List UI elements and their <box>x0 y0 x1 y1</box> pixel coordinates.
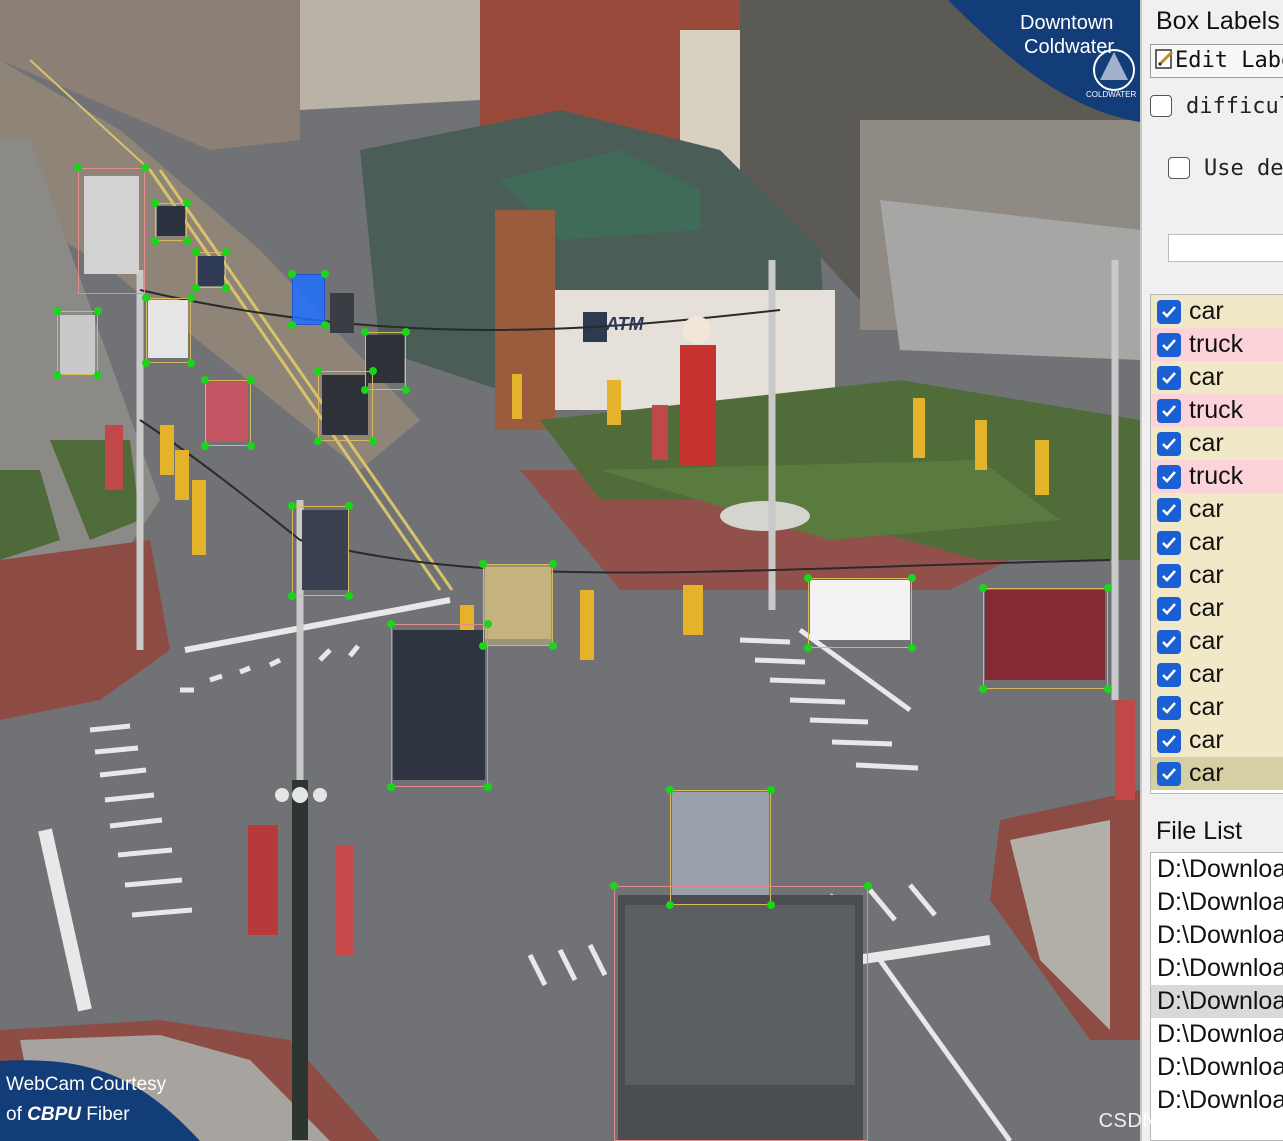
label-list-item-text: truck <box>1189 330 1244 358</box>
label-list-item[interactable]: car <box>1151 691 1283 724</box>
default-label-input[interactable] <box>1168 234 1283 262</box>
checkmark-icon[interactable] <box>1157 761 1181 786</box>
label-list-item[interactable]: car <box>1151 427 1283 460</box>
checkmark-icon[interactable] <box>1157 530 1181 555</box>
truck-bounding-box[interactable] <box>78 168 145 294</box>
edit-icon <box>1155 48 1175 70</box>
car-bounding-box[interactable] <box>292 506 349 596</box>
label-list-item[interactable]: car <box>1151 526 1283 559</box>
label-list-item-text: car <box>1189 528 1224 556</box>
label-list-item-text: car <box>1189 627 1224 655</box>
label-list-item-text: truck <box>1189 396 1244 424</box>
box-labels-title: Box Labels <box>1156 7 1280 35</box>
car-bounding-box[interactable] <box>483 564 553 646</box>
checkmark-icon[interactable] <box>1157 662 1181 687</box>
truck-bounding-box[interactable] <box>391 624 488 787</box>
csdn-watermark: CSDN @王哈哈^_^ <box>1098 1110 1277 1132</box>
car-bounding-box[interactable] <box>155 203 187 241</box>
checkmark-icon[interactable] <box>1157 728 1181 753</box>
label-list-item[interactable]: car <box>1151 295 1283 328</box>
checkmark-icon[interactable] <box>1157 332 1181 357</box>
label-list-item-text: truck <box>1189 462 1244 490</box>
label-list-item[interactable]: car <box>1151 493 1283 526</box>
car-bounding-box[interactable] <box>196 252 226 288</box>
label-list-item-text: car <box>1189 363 1224 391</box>
checkmark-icon[interactable] <box>1157 596 1181 621</box>
checkbox-icon <box>1150 95 1172 117</box>
label-list-item[interactable]: car <box>1151 658 1283 691</box>
checkmark-icon[interactable] <box>1157 398 1181 423</box>
file-list-item[interactable]: D:\Downloa <box>1151 952 1283 985</box>
use-default-label-checkbox[interactable]: Use default label <box>1168 156 1283 181</box>
label-list-item-text: car <box>1189 726 1224 754</box>
file-list-item[interactable]: D:\Downloa <box>1151 853 1283 886</box>
file-list-title: File List <box>1156 817 1243 845</box>
checkmark-icon[interactable] <box>1157 464 1181 489</box>
file-list-item[interactable]: D:\Downloa <box>1151 985 1283 1018</box>
file-list[interactable]: D:\Downloa D:\Downloa D:\Downloa D:\Downloa… <box>1150 852 1283 1141</box>
truck-bounding-box[interactable] <box>614 886 868 1141</box>
car-bounding-box[interactable] <box>146 298 191 363</box>
checkmark-icon[interactable] <box>1157 299 1181 324</box>
file-list-item[interactable]: D:\Downloa <box>1151 1051 1283 1084</box>
label-list-item-text: car <box>1189 594 1224 622</box>
box-label-list[interactable]: car truck car truck car truck car car car car car c… <box>1150 294 1283 794</box>
label-list-item[interactable]: car <box>1151 625 1283 658</box>
label-list-item-text: car <box>1189 759 1224 787</box>
street-scene <box>0 0 1140 1141</box>
checkbox-icon <box>1168 157 1190 179</box>
atm-sign: ATM <box>606 314 644 334</box>
image-canvas[interactable]: ATM Downtown Coldwater COLDWATER WebCam … <box>0 0 1140 1141</box>
file-list-item[interactable]: D:\Downloa <box>1151 919 1283 952</box>
checkmark-icon[interactable] <box>1157 365 1181 390</box>
label-list-item-text: car <box>1189 693 1224 721</box>
difficult-checkbox[interactable]: difficult <box>1150 94 1283 119</box>
checkmark-icon[interactable] <box>1157 563 1181 588</box>
webcam-courtesy-badge: WebCam Courtesy of CBPU Fiber <box>0 1056 200 1141</box>
label-list-item[interactable]: truck <box>1151 394 1283 427</box>
file-list-item[interactable]: D:\Downloa <box>1151 886 1283 919</box>
label-list-item[interactable]: truck <box>1151 460 1283 493</box>
car-bounding-box[interactable] <box>57 311 98 375</box>
label-list-item[interactable]: car <box>1151 724 1283 757</box>
edit-label-button[interactable]: Edit Label <box>1150 44 1283 78</box>
checkmark-icon[interactable] <box>1157 695 1181 720</box>
label-list-item[interactable]: truck <box>1151 328 1283 361</box>
right-dock: Box Labels Edit Label difficult Use defa… <box>1140 0 1283 1141</box>
downtown-coldwater-logo: Downtown Coldwater COLDWATER <box>948 0 1140 122</box>
label-list-item-text: car <box>1189 660 1224 688</box>
label-list-item[interactable]: car <box>1151 592 1283 625</box>
car-bounding-box[interactable] <box>365 332 406 390</box>
label-list-item-text: car <box>1189 561 1224 589</box>
label-list-item[interactable]: car <box>1151 361 1283 394</box>
label-list-item-text: car <box>1189 495 1224 523</box>
car-bounding-box[interactable] <box>983 588 1108 689</box>
label-list-item-text: car <box>1189 297 1224 325</box>
label-list-item[interactable]: car <box>1151 559 1283 592</box>
checkmark-icon[interactable] <box>1157 497 1181 522</box>
label-list-item-text: car <box>1189 429 1224 457</box>
edit-label-text: Edit Label <box>1175 48 1283 73</box>
checkmark-icon[interactable] <box>1157 431 1181 456</box>
selected-bounding-box[interactable] <box>292 274 325 325</box>
label-list-item[interactable]: car <box>1151 757 1283 790</box>
car-bounding-box[interactable] <box>808 578 912 648</box>
checkmark-icon[interactable] <box>1157 629 1181 654</box>
car-bounding-box[interactable] <box>205 380 251 446</box>
file-list-item[interactable]: D:\Downloa <box>1151 1018 1283 1051</box>
